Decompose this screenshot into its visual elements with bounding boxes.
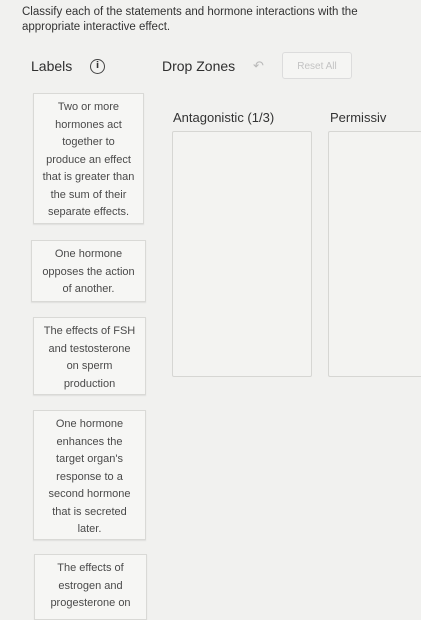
drop-zones-header: Drop Zones xyxy=(162,58,236,74)
info-icon[interactable]: i xyxy=(90,59,105,74)
drop-zone-permissive[interactable] xyxy=(328,131,421,377)
reset-all-button[interactable]: Reset All xyxy=(282,52,352,79)
labels-header: Labels xyxy=(31,58,73,74)
label-card-estrogen-progesterone[interactable]: The effects of estrogen and progesterone… xyxy=(34,554,147,620)
drop-zone-antagonistic[interactable] xyxy=(172,131,312,377)
instructions-text: Classify each of the statements and horm… xyxy=(22,6,358,33)
label-card-antagonistic-definition[interactable]: One hormone opposes the action of anothe… xyxy=(31,240,146,302)
label-card-fsh-testosterone[interactable]: The effects of FSH and testosterone on s… xyxy=(33,317,146,395)
label-card-synergistic-definition[interactable]: Two or more hormones act together to pro… xyxy=(33,93,144,224)
undo-arrow-icon[interactable]: ↶ xyxy=(253,59,264,74)
zone-title-permissive: Permissiv xyxy=(330,110,387,125)
zone-title-antagonistic: Antagonistic (1/3) xyxy=(173,110,275,125)
label-card-permissive-definition[interactable]: One hormone enhances the target organ's … xyxy=(33,410,146,540)
